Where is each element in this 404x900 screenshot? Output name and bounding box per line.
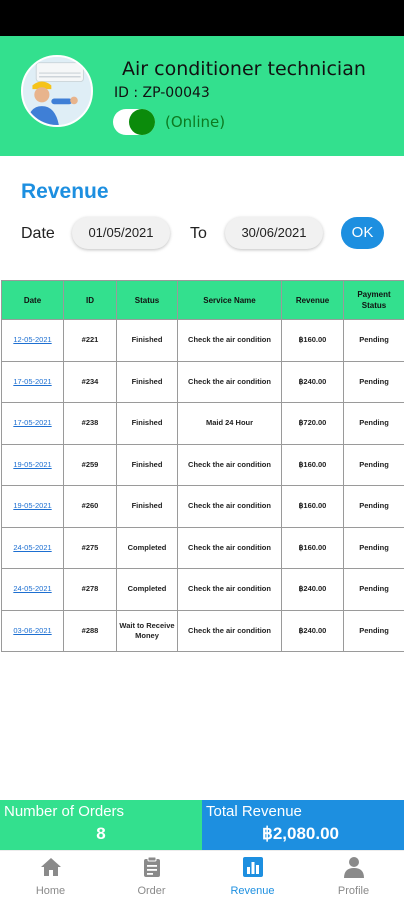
date-label: Date	[21, 225, 55, 242]
toggle-knob	[129, 109, 155, 135]
profile-header: Air conditioner technician ID : ZP-00043…	[0, 36, 404, 156]
status-cell: Finished	[116, 443, 178, 486]
service-name-cell: Check the air condition	[177, 526, 282, 569]
nav-item-profile[interactable]: Profile	[303, 855, 404, 899]
person-icon	[343, 857, 364, 878]
payment-status-cell: Pending	[343, 609, 404, 652]
to-label: To	[190, 225, 207, 242]
table-row: 19-05-2021 #260 Finished Check the air c…	[1, 485, 404, 528]
payment-status-cell: Pending	[343, 526, 404, 569]
column-header-date: Date	[1, 280, 64, 320]
nav-label-profile: Profile	[337, 885, 370, 897]
online-status-text: (Online)	[165, 113, 226, 131]
home-icon	[40, 858, 61, 876]
table-row: 17-05-2021 #234 Finished Check the air c…	[1, 360, 404, 403]
table-row: 03-06-2021 #288 Wait to Receive Money Ch…	[1, 609, 404, 652]
payment-status-cell: Pending	[343, 360, 404, 403]
service-name-cell: Maid 24 Hour	[177, 402, 282, 445]
order-id-cell: #238	[63, 402, 117, 445]
payment-status-cell: Pending	[343, 485, 404, 528]
revenue-summary: Total Revenue ฿2,080.00	[202, 800, 404, 850]
revenue-cell: ฿160.00	[281, 526, 344, 569]
order-id-cell: #288	[63, 609, 117, 652]
status-cell: Wait to Receive Money	[116, 609, 178, 652]
service-name-cell: Check the air condition	[177, 609, 282, 652]
table-row: 24-05-2021 #275 Completed Check the air …	[1, 526, 404, 569]
technician-avatar-image	[23, 57, 91, 125]
date-link[interactable]: 12-05-2021	[1, 319, 64, 362]
status-bar	[0, 0, 404, 36]
orders-count: 8	[96, 824, 106, 843]
revenue-cell: ฿240.00	[281, 609, 344, 652]
revenue-cell: ฿240.00	[281, 568, 344, 611]
nav-item-revenue[interactable]: Revenue	[202, 855, 303, 899]
status-cell: Finished	[116, 360, 178, 403]
avatar[interactable]	[21, 55, 93, 127]
service-name-cell: Check the air condition	[177, 568, 282, 611]
column-header-service-name: Service Name	[177, 280, 282, 320]
order-id-cell: #275	[63, 526, 117, 569]
order-id-cell: #278	[63, 568, 117, 611]
total-revenue-label: Total Revenue	[206, 803, 302, 820]
revenue-cell: ฿160.00	[281, 443, 344, 486]
total-revenue-value: ฿2,080.00	[262, 824, 339, 843]
status-cell: Completed	[116, 568, 178, 611]
date-link[interactable]: 17-05-2021	[1, 402, 64, 445]
status-cell: Finished	[116, 485, 178, 528]
date-link[interactable]: 19-05-2021	[1, 485, 64, 528]
orders-label: Number of Orders	[4, 803, 125, 820]
nav-item-order[interactable]: Order	[101, 855, 202, 899]
clipboard-icon	[143, 856, 160, 877]
order-id-cell: #260	[63, 485, 117, 528]
revenue-table: Date ID Status Service Name Revenue Paym…	[1, 280, 404, 652]
revenue-cell: ฿160.00	[281, 319, 344, 362]
date-link[interactable]: 24-05-2021	[1, 526, 64, 569]
page-title: Revenue	[21, 180, 109, 203]
revenue-cell: ฿720.00	[281, 402, 344, 445]
service-name-cell: Check the air condition	[177, 360, 282, 403]
payment-status-cell: Pending	[343, 402, 404, 445]
service-name-cell: Check the air condition	[177, 443, 282, 486]
service-name-cell: Check the air condition	[177, 485, 282, 528]
nav-label-home: Home	[35, 885, 66, 897]
table-row: 24-05-2021 #278 Completed Check the air …	[1, 568, 404, 611]
bar-chart-icon	[242, 857, 263, 877]
orders-summary: Number of Orders 8	[0, 800, 202, 850]
date-link[interactable]: 17-05-2021	[1, 360, 64, 403]
table-header-row: Date ID Status Service Name Revenue Paym…	[1, 280, 404, 320]
column-header-id: ID	[63, 280, 117, 320]
technician-title: Air conditioner technician	[122, 58, 366, 80]
column-header-payment-status: Payment Status	[343, 280, 404, 320]
online-toggle[interactable]	[113, 109, 155, 135]
payment-status-cell: Pending	[343, 443, 404, 486]
service-name-cell: Check the air condition	[177, 319, 282, 362]
column-header-status: Status	[116, 280, 178, 320]
payment-status-cell: Pending	[343, 568, 404, 611]
nav-label-revenue: Revenue	[230, 885, 275, 897]
date-link[interactable]: 24-05-2021	[1, 568, 64, 611]
table-row: 17-05-2021 #238 Finished Maid 24 Hour ฿7…	[1, 402, 404, 445]
date-from-field[interactable]: 01/05/2021	[72, 217, 170, 249]
status-cell: Completed	[116, 526, 178, 569]
table-row: 12-05-2021 #221 Finished Check the air c…	[1, 319, 404, 362]
date-link[interactable]: 03-06-2021	[1, 609, 64, 652]
order-id-cell: #259	[63, 443, 117, 486]
date-link[interactable]: 19-05-2021	[1, 443, 64, 486]
column-header-revenue: Revenue	[281, 280, 344, 320]
status-cell: Finished	[116, 319, 178, 362]
revenue-cell: ฿240.00	[281, 360, 344, 403]
date-to-field[interactable]: 30/06/2021	[225, 217, 323, 249]
bottom-navigation: Home Order Revenue Profile	[0, 850, 404, 900]
revenue-cell: ฿160.00	[281, 485, 344, 528]
order-id-cell: #221	[63, 319, 117, 362]
status-cell: Finished	[116, 402, 178, 445]
payment-status-cell: Pending	[343, 319, 404, 362]
order-id-cell: #234	[63, 360, 117, 403]
nav-item-home[interactable]: Home	[0, 855, 101, 899]
nav-label-order: Order	[137, 885, 166, 897]
ok-button[interactable]: OK	[341, 217, 384, 249]
table-row: 19-05-2021 #259 Finished Check the air c…	[1, 443, 404, 486]
technician-id: ID : ZP-00043	[114, 85, 210, 101]
